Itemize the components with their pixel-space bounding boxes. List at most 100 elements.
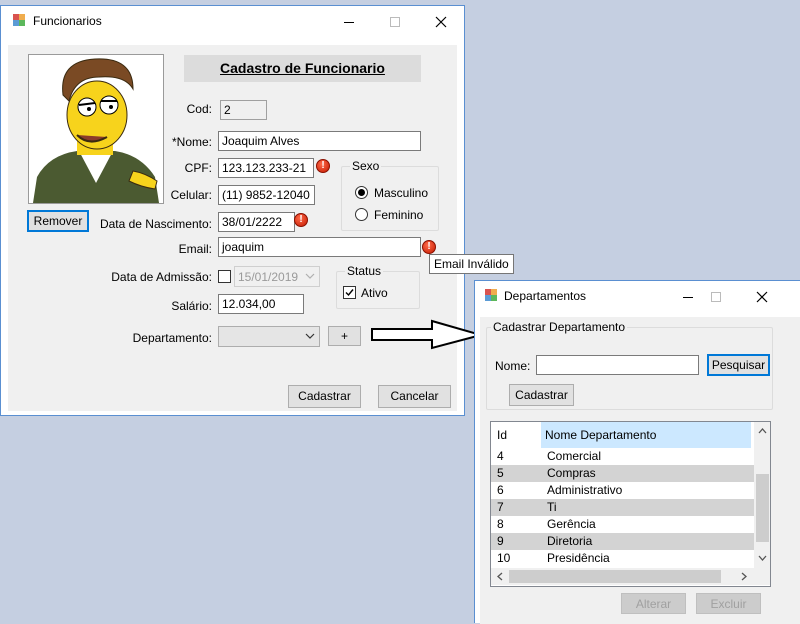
column-header-nome[interactable]: Nome Departamento	[541, 422, 751, 448]
admissao-datepicker: 15/01/2019	[234, 266, 320, 287]
vertical-scroll-thumb[interactable]	[756, 474, 769, 542]
scroll-right-icon[interactable]	[741, 572, 747, 581]
departamento-label: Departamento:	[132, 331, 212, 345]
email-error-icon: !	[422, 240, 436, 254]
email-label: Email:	[178, 242, 212, 256]
nascimento-error-icon: !	[294, 213, 308, 227]
cpf-field[interactable]: 123.123.233-21	[218, 158, 314, 178]
horizontal-scroll-thumb[interactable]	[509, 570, 721, 583]
scroll-left-icon[interactable]	[497, 572, 503, 581]
status-group: Status Ativo	[336, 264, 420, 309]
cell-nome: Comercial	[547, 449, 602, 463]
minimize-button[interactable]	[326, 6, 372, 36]
celular-label: Celular:	[170, 188, 212, 202]
table-row[interactable]: 4 Comercial	[491, 448, 754, 465]
close-icon	[435, 16, 447, 28]
window-title: Departamentos	[504, 289, 587, 303]
maximize-button[interactable]	[372, 6, 418, 36]
cpf-label: CPF:	[184, 161, 212, 175]
cod-label: Cod:	[186, 102, 212, 116]
table-row[interactable]: 5 Compras	[491, 465, 754, 482]
email-error-tooltip: Email Inválido	[429, 254, 514, 274]
nascimento-field[interactable]: 38/01/2222	[218, 212, 295, 232]
ativo-checkbox[interactable]	[343, 286, 356, 299]
vertical-scrollbar[interactable]	[754, 422, 770, 568]
dept-nome-label: Nome:	[495, 359, 531, 373]
maximize-button[interactable]	[693, 281, 739, 311]
admissao-date-value: 15/01/2019	[238, 270, 299, 284]
maximize-icon	[711, 292, 721, 303]
feminino-label[interactable]: Feminino	[374, 208, 423, 222]
pesquisar-button[interactable]: Pesquisar	[707, 354, 770, 376]
horizontal-scrollbar[interactable]	[491, 568, 754, 585]
form-header: Cadastro de Funcionario	[184, 55, 421, 82]
departamentos-titlebar[interactable]: Departamentos	[475, 281, 800, 311]
funcionarios-window: Funcionarios Remover Cadastro de Funcion…	[0, 5, 465, 416]
nome-label: *Nome:	[171, 135, 212, 149]
feminino-radio[interactable]	[355, 208, 368, 221]
calendar-dropdown-icon	[305, 273, 315, 279]
cell-id: 6	[497, 483, 504, 497]
maximize-icon	[390, 17, 400, 28]
column-header-id[interactable]: Id	[493, 422, 541, 448]
table-row[interactable]: 6 Administrativo	[491, 482, 754, 499]
scroll-corner	[754, 568, 770, 585]
minimize-icon	[683, 296, 693, 298]
cadastrar-departamento-group: Cadastrar Departamento Nome: Pesquisar C…	[486, 320, 773, 410]
table-row[interactable]: 8 Gerência	[491, 516, 754, 533]
form-header-title: Cadastro de Funcionario	[220, 60, 385, 76]
cancelar-button[interactable]: Cancelar	[378, 385, 451, 408]
scroll-down-icon[interactable]	[758, 555, 767, 561]
employee-photo	[28, 54, 164, 204]
status-group-title: Status	[345, 264, 384, 278]
departamentos-grid[interactable]: Id Nome Departamento 4 Comercial 5 Compras 6…	[490, 421, 771, 587]
celular-field[interactable]: (11) 9852-12040	[218, 185, 315, 205]
excluir-button[interactable]: Excluir	[696, 593, 761, 614]
dept-cadastrar-button[interactable]: Cadastrar	[509, 384, 574, 406]
cell-nome: Compras	[547, 466, 596, 480]
cell-nome: Administrativo	[547, 483, 623, 497]
table-row[interactable]: 7 Ti	[491, 499, 754, 516]
cell-id: 8	[497, 517, 504, 531]
close-icon	[756, 291, 768, 303]
nome-field[interactable]: Joaquim Alves	[218, 131, 421, 151]
close-button[interactable]	[418, 6, 464, 36]
cell-id: 7	[497, 500, 504, 514]
app-icon	[485, 289, 497, 301]
scroll-up-icon[interactable]	[758, 428, 767, 434]
close-button[interactable]	[739, 281, 785, 311]
cell-nome: Presidência	[547, 551, 610, 565]
cell-id: 10	[497, 551, 511, 565]
admissao-checkbox[interactable]	[218, 270, 231, 283]
cod-field[interactable]: 2	[220, 100, 267, 120]
departamentos-body: Cadastrar Departamento Nome: Pesquisar C…	[480, 317, 800, 624]
masculino-radio[interactable]	[355, 186, 368, 199]
email-field[interactable]: joaquim	[218, 237, 421, 257]
email-error-tooltip-text: Email Inválido	[434, 257, 509, 271]
checkmark-icon	[345, 289, 354, 297]
admissao-label: Data de Admissão:	[111, 270, 212, 284]
departamentos-window: Departamentos Cadastrar Departamento Nom…	[474, 280, 800, 624]
salario-field[interactable]: 12.034,00	[218, 294, 304, 314]
sexo-group: Sexo Masculino Feminino	[341, 159, 439, 231]
chevron-down-icon	[305, 333, 315, 339]
cadastrar-departamento-title: Cadastrar Departamento	[491, 320, 628, 334]
cpf-error-icon: !	[316, 159, 330, 173]
table-row[interactable]: 10 Presidência	[491, 550, 754, 567]
add-departamento-button[interactable]: +	[328, 326, 361, 346]
cadastrar-button[interactable]: Cadastrar	[288, 385, 361, 408]
cell-id: 4	[497, 449, 504, 463]
cell-id: 9	[497, 534, 504, 548]
departamento-dropdown[interactable]	[218, 326, 320, 347]
alterar-button[interactable]: Alterar	[621, 593, 686, 614]
salario-label: Salário:	[171, 299, 212, 313]
table-row[interactable]: 9 Diretoria	[491, 533, 754, 550]
dept-nome-field[interactable]	[536, 355, 699, 375]
cell-nome: Diretoria	[547, 534, 593, 548]
cell-nome: Ti	[547, 500, 557, 514]
sexo-group-title: Sexo	[350, 159, 382, 173]
ativo-label[interactable]: Ativo	[361, 286, 388, 300]
window-title: Funcionarios	[33, 14, 102, 28]
masculino-label[interactable]: Masculino	[374, 186, 428, 200]
funcionarios-titlebar[interactable]: Funcionarios	[1, 6, 464, 36]
